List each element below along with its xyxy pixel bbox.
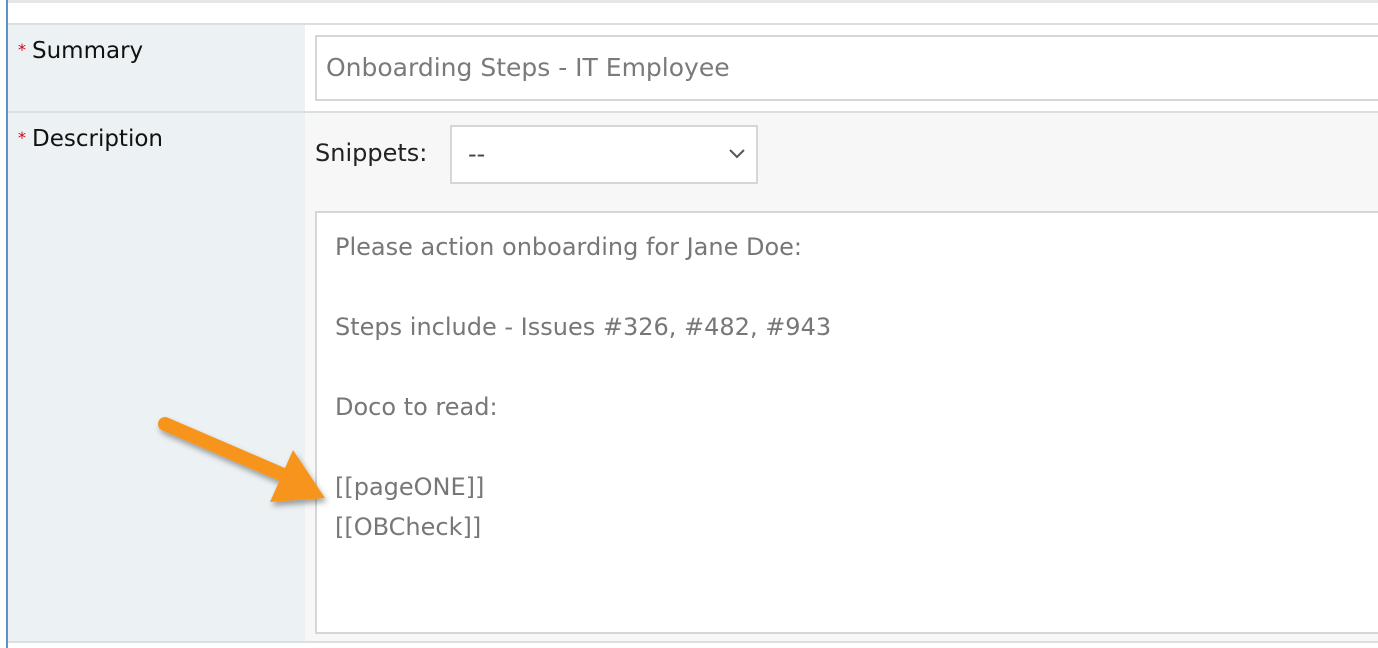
description-line: [[pageONE]] [335,473,485,501]
description-line [335,347,1378,387]
description-line: Please action onboarding for Jane Doe: [335,233,802,261]
description-line: Doco to read: [335,393,498,421]
description-textarea[interactable]: Please action onboarding for Jane Doe: S… [315,211,1378,634]
previous-row [8,0,1378,25]
description-line [335,267,1378,307]
description-line: [[OBCheck]] [335,513,482,541]
required-marker: * [18,40,26,59]
description-label-text: Description [32,126,163,152]
chevron-down-icon [728,127,746,203]
summary-input[interactable]: Onboarding Steps - IT Employee [315,35,1378,101]
snippets-select[interactable]: -- [450,125,758,184]
description-line: Steps include - Issues #326, #482, #943 [335,313,832,341]
summary-label: * Summary [18,38,143,64]
description-field-cell: Snippets: -- Please action onboarding fo… [305,113,1378,641]
snippets-label: Snippets: [315,139,428,167]
summary-label-cell: * Summary [8,25,305,111]
description-row: * Description Snippets: -- Please action … [8,113,1378,643]
description-line [335,427,1378,467]
summary-row: * Summary Onboarding Steps - IT Employee [8,25,1378,113]
arrow-icon [145,400,345,524]
description-label: * Description [18,126,163,152]
summary-field-cell: Onboarding Steps - IT Employee [305,25,1378,111]
snippets-selected-value: -- [468,140,486,168]
required-marker: * [18,128,26,147]
description-label-cell: * Description [8,113,305,641]
summary-label-text: Summary [32,38,144,64]
